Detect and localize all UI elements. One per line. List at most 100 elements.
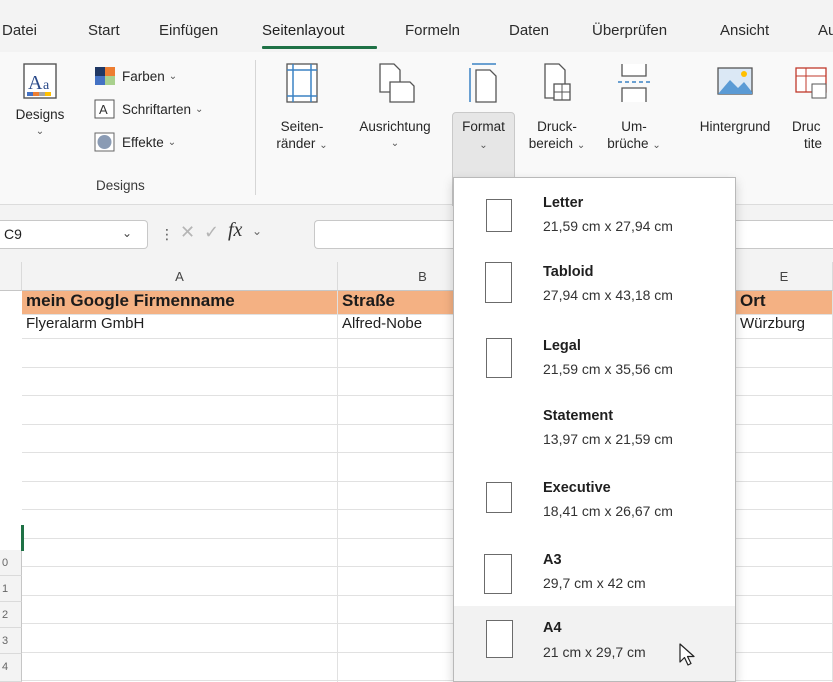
chevron-down-icon: ⌄ bbox=[195, 103, 204, 115]
row-number[interactable]: 4 bbox=[0, 654, 22, 682]
option-dimensions: 18,41 cm x 26,67 cm bbox=[543, 503, 673, 519]
paper-icon bbox=[485, 262, 512, 303]
empty-cell[interactable] bbox=[736, 567, 833, 596]
print-area-button[interactable]: Druck- bereich ⌄ bbox=[520, 62, 594, 154]
active-row-indicator bbox=[21, 525, 24, 551]
empty-cell[interactable] bbox=[736, 624, 833, 653]
ribbon-tabs: Datei Start Einfügen Seitenlayout Formel… bbox=[0, 0, 833, 52]
designs-icon: A a bbox=[23, 63, 57, 99]
designs-label: Designs bbox=[15, 107, 65, 122]
page-size-option-legal[interactable]: Legal 21,59 cm x 35,56 cm bbox=[454, 326, 735, 398]
tab-add-ins[interactable]: Au bbox=[818, 22, 833, 39]
select-all-corner[interactable] bbox=[0, 262, 22, 291]
empty-cell[interactable] bbox=[22, 538, 338, 567]
page-size-option-statement[interactable]: Statement 13,97 cm x 21,59 cm bbox=[454, 398, 735, 470]
enter-icon[interactable]: ✓ bbox=[204, 222, 219, 243]
tab-ueberpruefen[interactable]: Überprüfen bbox=[592, 22, 667, 39]
option-name: Tabloid bbox=[543, 264, 594, 280]
palette-icon bbox=[95, 67, 115, 85]
option-name: Letter bbox=[543, 195, 584, 211]
print-area-label-2: bereich bbox=[528, 136, 574, 151]
empty-cell[interactable] bbox=[736, 339, 833, 368]
breaks-button[interactable]: Um- brüche ⌄ bbox=[600, 62, 668, 154]
group-separator bbox=[255, 60, 256, 195]
page-size-option-a3[interactable]: A3 29,7 cm x 42 cm bbox=[454, 542, 735, 614]
cell-e-header[interactable]: Ort bbox=[736, 291, 833, 315]
empty-cell[interactable] bbox=[22, 595, 338, 624]
insert-function-icon[interactable]: fx bbox=[228, 219, 242, 242]
cell-reference: C9 bbox=[4, 226, 22, 242]
empty-cell[interactable] bbox=[22, 339, 338, 368]
print-titles-button[interactable]: Druc tite bbox=[792, 62, 833, 152]
page-size-option-letter[interactable]: Letter 21,59 cm x 27,94 cm bbox=[454, 182, 735, 254]
row-number[interactable]: 1 bbox=[0, 576, 22, 602]
option-dimensions: 21,59 cm x 35,56 cm bbox=[543, 361, 673, 377]
tab-einfuegen[interactable]: Einfügen bbox=[159, 22, 218, 39]
cell-a-header[interactable]: mein Google Firmenname bbox=[22, 291, 338, 315]
designs-button[interactable]: A a Designs ⌄ bbox=[4, 62, 76, 140]
format-label: Format bbox=[462, 119, 505, 134]
empty-cell[interactable] bbox=[22, 652, 338, 681]
column-header-a[interactable]: A bbox=[22, 262, 338, 291]
orientation-button[interactable]: Ausrichtung ⌄ bbox=[343, 62, 447, 152]
empty-cell[interactable] bbox=[22, 396, 338, 425]
option-dimensions: 21 cm x 29,7 cm bbox=[543, 644, 646, 660]
print-area-icon bbox=[544, 63, 571, 101]
margins-label-2: ränder bbox=[276, 136, 316, 151]
column-header-e[interactable]: E bbox=[736, 262, 833, 291]
empty-cell[interactable] bbox=[22, 424, 338, 453]
tab-formeln[interactable]: Formeln bbox=[405, 22, 460, 39]
empty-cell[interactable] bbox=[736, 538, 833, 567]
empty-cell[interactable] bbox=[22, 367, 338, 396]
empty-cell[interactable] bbox=[736, 453, 833, 482]
mouse-cursor-icon bbox=[679, 643, 695, 666]
margins-button[interactable]: Seiten- ränder ⌄ bbox=[265, 62, 339, 154]
row-number[interactable]: 0 bbox=[0, 550, 22, 576]
name-box[interactable]: C9 ⌄ bbox=[0, 220, 148, 249]
row-number[interactable]: 3 bbox=[0, 628, 22, 654]
tab-ansicht[interactable]: Ansicht bbox=[720, 22, 769, 39]
orientation-label: Ausrichtung bbox=[359, 119, 431, 134]
empty-cell[interactable] bbox=[736, 481, 833, 510]
cell-a-data[interactable]: Flyeralarm GmbH bbox=[22, 315, 338, 339]
chevron-down-icon: ⌄ bbox=[167, 136, 177, 148]
empty-cell[interactable] bbox=[22, 481, 338, 510]
page-size-option-executive[interactable]: Executive 18,41 cm x 26,67 cm bbox=[454, 470, 735, 542]
print-titles-icon bbox=[795, 67, 827, 99]
effects-button[interactable]: Effekte ⌄ bbox=[94, 132, 176, 152]
svg-text:A: A bbox=[28, 72, 43, 94]
colors-button[interactable]: Farben ⌄ bbox=[94, 66, 177, 86]
active-tab-indicator bbox=[262, 46, 377, 49]
empty-cell[interactable] bbox=[22, 453, 338, 482]
empty-cell[interactable] bbox=[736, 424, 833, 453]
empty-cell[interactable] bbox=[22, 567, 338, 596]
row-number[interactable]: 2 bbox=[0, 602, 22, 628]
format-button-content[interactable]: Format ⌄ bbox=[452, 62, 515, 154]
tab-start[interactable]: Start bbox=[88, 22, 120, 39]
svg-text:a: a bbox=[43, 78, 50, 93]
empty-cell[interactable] bbox=[736, 510, 833, 539]
more-options-icon[interactable]: ⋮ bbox=[160, 226, 174, 243]
svg-text:A: A bbox=[99, 102, 108, 117]
fonts-button[interactable]: A Schriftarten ⌄ bbox=[94, 99, 203, 119]
option-dimensions: 21,59 cm x 27,94 cm bbox=[543, 218, 673, 234]
empty-cell[interactable] bbox=[736, 396, 833, 425]
background-button[interactable]: Hintergrund bbox=[684, 62, 786, 135]
empty-cell[interactable] bbox=[736, 652, 833, 681]
tab-datei[interactable]: Datei bbox=[2, 22, 37, 39]
tab-daten[interactable]: Daten bbox=[509, 22, 549, 39]
tab-seitenlayout[interactable]: Seitenlayout bbox=[262, 22, 345, 39]
empty-cell[interactable] bbox=[22, 510, 338, 539]
cell-e-data[interactable]: Würzburg bbox=[736, 315, 833, 339]
empty-cell[interactable] bbox=[22, 624, 338, 653]
page-size-option-tabloid[interactable]: Tabloid 27,94 cm x 43,18 cm bbox=[454, 254, 735, 326]
empty-cell[interactable] bbox=[736, 367, 833, 396]
cancel-icon[interactable]: ✕ bbox=[180, 222, 195, 243]
chevron-down-icon[interactable]: ⌄ bbox=[252, 224, 262, 238]
empty-cell[interactable] bbox=[736, 595, 833, 624]
chevron-down-icon: ⌄ bbox=[390, 138, 400, 149]
option-name: Executive bbox=[543, 480, 611, 496]
chevron-down-icon[interactable]: ⌄ bbox=[122, 226, 132, 240]
designs-group-label: Designs bbox=[96, 178, 145, 193]
page-size-option-a4[interactable]: A4 21 cm x 29,7 cm bbox=[454, 606, 735, 681]
